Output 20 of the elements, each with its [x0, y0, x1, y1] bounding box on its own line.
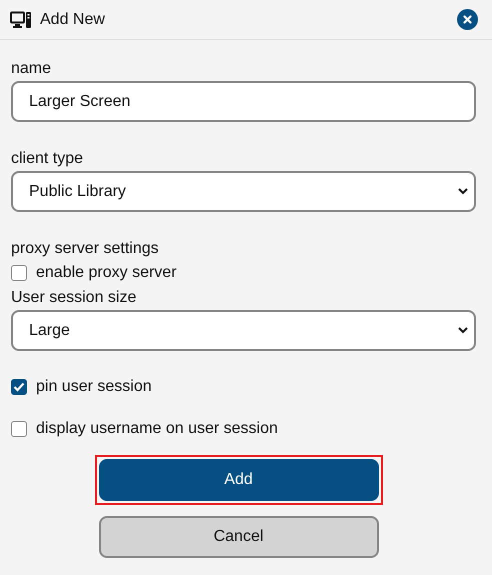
dialog-title: Add New: [40, 10, 106, 28]
field-label: client type: [11, 150, 84, 168]
checkbox[interactable]: [11, 265, 27, 281]
dropdown[interactable]: Public Library: [11, 171, 476, 212]
add-button[interactable]: Add: [98, 459, 378, 501]
field-label: name: [11, 60, 52, 78]
checkbox-label: pin user session: [36, 378, 152, 396]
checkbox[interactable]: [11, 421, 27, 437]
dropdown[interactable]: Large: [11, 310, 476, 351]
name-field[interactable]: Larger Screen: [11, 81, 476, 122]
close-icon[interactable]: [457, 9, 478, 30]
chevron-down-icon: [458, 188, 468, 195]
section-label: proxy server settings: [11, 240, 160, 258]
checkbox[interactable]: [11, 379, 27, 395]
chevron-down-icon: [458, 327, 468, 334]
checkbox-label: display username on user session: [36, 420, 278, 438]
checkbox-label: enable proxy server: [36, 264, 177, 282]
field-label: User session size: [11, 289, 138, 307]
computer-icon: [10, 10, 32, 28]
cancel-button[interactable]: Cancel: [98, 516, 378, 558]
